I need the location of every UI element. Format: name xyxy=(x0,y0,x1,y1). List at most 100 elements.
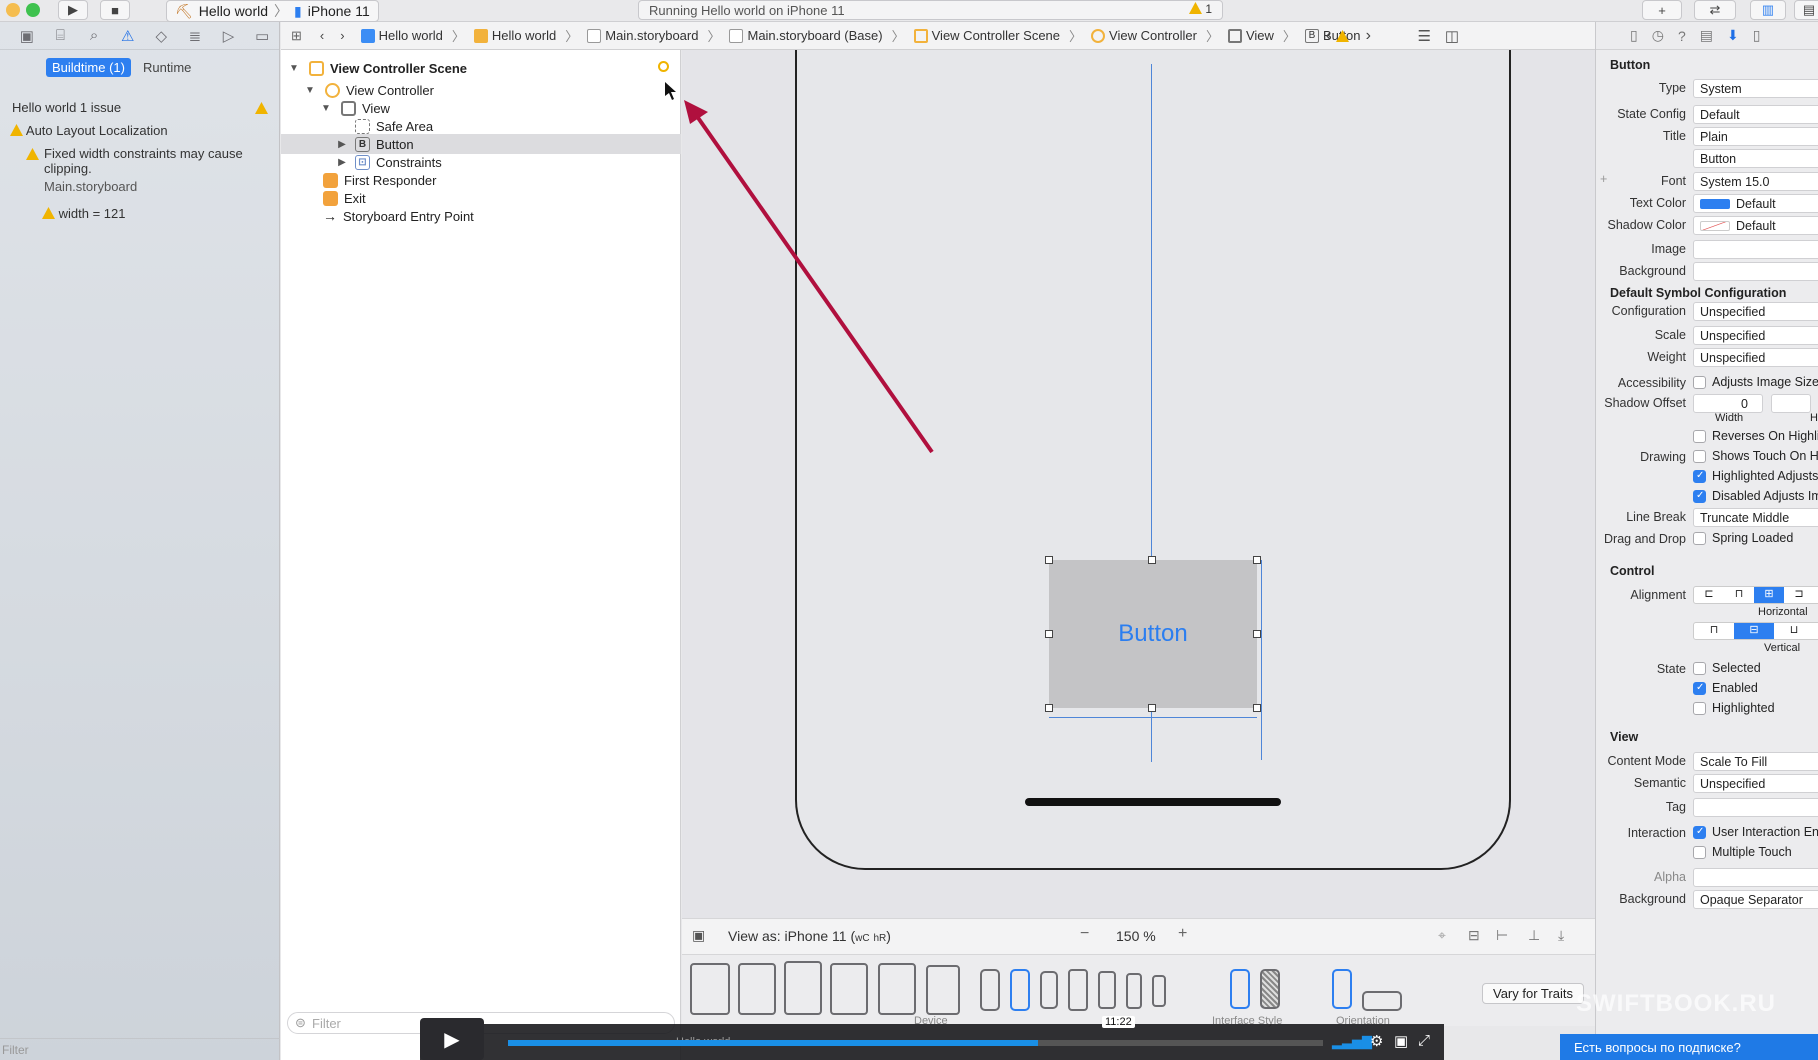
pip-icon[interactable]: ▣ xyxy=(1394,1032,1408,1050)
content-mode-select[interactable]: Scale To Fill xyxy=(1693,752,1818,771)
device-ipad-small[interactable] xyxy=(926,965,960,1015)
annotation-arrow xyxy=(665,82,934,454)
dark-appearance-button[interactable] xyxy=(1260,969,1280,1009)
device-iphone-8[interactable] xyxy=(1098,971,1116,1009)
type-select[interactable]: System xyxy=(1693,79,1818,98)
add-variation-icon[interactable]: + xyxy=(1600,172,1607,186)
landscape-orientation-button[interactable] xyxy=(1362,991,1402,1011)
disabled-adjusts-checkbox[interactable] xyxy=(1693,490,1706,503)
add-constraints-icon[interactable]: ⊢ xyxy=(1496,927,1508,944)
selected-checkbox[interactable] xyxy=(1693,662,1706,675)
align-right-icon[interactable]: ⊐ xyxy=(1784,587,1814,603)
background-color-select[interactable]: Opaque Separator xyxy=(1693,890,1818,909)
interaction-row: Interaction User Interaction Enabled xyxy=(1596,824,1818,844)
shadow-offset-height-field[interactable] xyxy=(1771,394,1811,413)
video-hover-timestamp: 11:22 xyxy=(1102,1016,1135,1028)
configuration-select[interactable]: Unspecified xyxy=(1693,302,1818,321)
align-fill-icon[interactable]: ⊞ xyxy=(1754,587,1784,603)
device-iphone-4s[interactable] xyxy=(1152,975,1166,1007)
align-middle-icon[interactable]: ⊟ xyxy=(1734,623,1774,639)
title-text-field[interactable]: Button xyxy=(1693,149,1818,168)
light-appearance-button[interactable] xyxy=(1230,969,1250,1009)
help-inspector-icon[interactable]: ? xyxy=(1678,28,1686,44)
state-config-row: State Config Default xyxy=(1596,105,1818,125)
device-iphone-11-pro[interactable] xyxy=(1040,971,1058,1009)
attributes-inspector-icon[interactable]: ⬇ xyxy=(1727,27,1739,44)
line-break-select[interactable]: Truncate Middle xyxy=(1693,508,1818,527)
image-field[interactable] xyxy=(1693,240,1818,259)
shadow-offset-row: Shadow Offset 0 xyxy=(1596,394,1818,414)
quality-bars-icon[interactable]: ▂▃▅▇ xyxy=(1332,1034,1372,1050)
highlighted-adjusts-checkbox[interactable] xyxy=(1693,470,1706,483)
highlighted-adjusts-row: Highlighted Adjusts Image xyxy=(1596,468,1818,488)
view-as-label[interactable]: View as: iPhone 11 (wC hR) xyxy=(728,928,891,944)
semantic-row: Semantic Unspecified xyxy=(1596,774,1818,794)
history-inspector-icon[interactable]: ◷ xyxy=(1652,27,1664,44)
shows-touch-checkbox[interactable] xyxy=(1693,450,1706,463)
align-center-icon[interactable]: ⊓ xyxy=(1724,587,1754,603)
drawing-row: Drawing Shows Touch On Highlight xyxy=(1640,449,1818,464)
multiple-touch-checkbox[interactable] xyxy=(1693,846,1706,859)
resolve-issues-icon[interactable]: ⊥ xyxy=(1528,927,1540,944)
align-icon[interactable]: ⊟ xyxy=(1468,927,1480,944)
align-bottom-icon[interactable]: ⊔ xyxy=(1774,623,1814,639)
device-iphone-11[interactable] xyxy=(1010,969,1030,1011)
device-ipad-pro-12[interactable] xyxy=(690,963,730,1015)
device-ipad-air[interactable] xyxy=(784,961,822,1015)
device-ipad-mini[interactable] xyxy=(878,963,916,1015)
video-progress-track[interactable] xyxy=(508,1040,1323,1046)
embed-in-icon[interactable]: ⤓ xyxy=(1558,927,1564,944)
device-iphone-11-pro-max[interactable] xyxy=(980,969,1000,1011)
vary-for-traits-button[interactable]: Vary for Traits xyxy=(1482,983,1584,1004)
inspector-tab-bar: ▯ ◷ ? ▤ ⬇ ▯ xyxy=(1596,22,1818,50)
user-interaction-checkbox[interactable] xyxy=(1693,826,1706,839)
content-mode-row: Content Mode Scale To Fill xyxy=(1596,752,1818,772)
device-ipad-pro-11[interactable] xyxy=(738,963,776,1015)
sidebar-toggle-icon[interactable]: ▣ xyxy=(692,927,705,944)
shadow-color-row: Shadow Color Default xyxy=(1596,216,1818,236)
state-highlighted-row: Highlighted xyxy=(1596,700,1818,720)
semantic-select[interactable]: Unspecified xyxy=(1693,774,1818,793)
text-color-select[interactable]: Default xyxy=(1693,194,1818,213)
title-type-select[interactable]: Plain xyxy=(1693,127,1818,146)
shadow-offset-width-field[interactable]: 0 xyxy=(1693,394,1763,413)
zoom-out-button[interactable]: − xyxy=(1080,925,1089,943)
enabled-checkbox[interactable] xyxy=(1693,682,1706,695)
reverses-checkbox[interactable] xyxy=(1693,430,1706,443)
update-frames-icon[interactable]: ⌖ xyxy=(1438,927,1446,944)
portrait-orientation-button[interactable] xyxy=(1332,969,1352,1009)
fullscreen-icon[interactable]: ⤢ xyxy=(1418,1032,1430,1049)
zoom-level[interactable]: 150 % xyxy=(1116,928,1156,944)
video-progress-fill xyxy=(508,1040,1038,1046)
vertical-alignment-segment[interactable]: ⊓ ⊟ ⊔ xyxy=(1693,622,1818,640)
alpha-field[interactable] xyxy=(1693,868,1818,887)
section-button-header: Button xyxy=(1610,58,1651,72)
scale-row: Scale Unspecified xyxy=(1596,326,1818,346)
file-inspector-icon[interactable]: ▯ xyxy=(1630,27,1638,44)
state-selected-row: State Selected xyxy=(1656,661,1761,676)
settings-gear-icon[interactable]: ⚙ xyxy=(1370,1032,1383,1050)
accessibility-row: Accessibility Adjusts Image Size xyxy=(1617,375,1818,390)
tag-field[interactable] xyxy=(1693,798,1818,817)
zoom-in-button[interactable]: + xyxy=(1178,925,1187,943)
device-iphone-8-plus[interactable] xyxy=(1068,969,1088,1011)
background-field[interactable] xyxy=(1693,262,1818,281)
spring-loaded-checkbox[interactable] xyxy=(1693,532,1706,545)
align-top-icon[interactable]: ⊓ xyxy=(1694,623,1734,639)
identity-inspector-icon[interactable]: ▤ xyxy=(1700,27,1713,44)
device-ipad[interactable] xyxy=(830,963,868,1015)
scale-select[interactable]: Unspecified xyxy=(1693,326,1818,345)
shadow-color-select[interactable]: Default xyxy=(1693,216,1818,235)
font-field[interactable]: System 15.0 xyxy=(1693,172,1818,191)
text-color-row: Text Color Default xyxy=(1596,194,1818,214)
chat-widget-button[interactable]: Есть вопросы по подписке? xyxy=(1560,1034,1818,1060)
video-play-button[interactable]: ▶ xyxy=(420,1018,484,1060)
highlighted-checkbox[interactable] xyxy=(1693,702,1706,715)
weight-select[interactable]: Unspecified xyxy=(1693,348,1818,367)
device-iphone-se[interactable] xyxy=(1126,973,1142,1009)
size-inspector-icon[interactable]: ▯ xyxy=(1753,27,1761,44)
adjusts-image-size-checkbox[interactable] xyxy=(1693,376,1706,389)
state-config-select[interactable]: Default xyxy=(1693,105,1818,124)
align-left-icon[interactable]: ⊏ xyxy=(1694,587,1724,603)
horizontal-alignment-segment[interactable]: ⊏ ⊓ ⊞ ⊐ xyxy=(1693,586,1818,604)
